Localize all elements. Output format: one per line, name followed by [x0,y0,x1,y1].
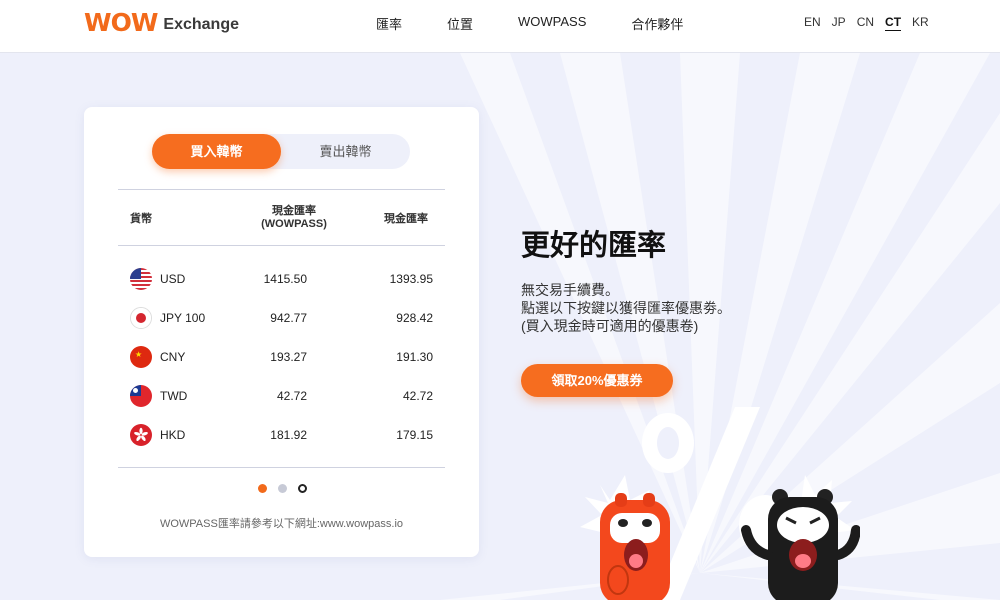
cash-rate-value: 191.30 [396,350,433,364]
currency-code: TWD [160,389,188,403]
table-divider-top [118,189,445,190]
lang-kr[interactable]: KR [912,15,929,31]
wowpass-rate-value: 181.92 [270,428,307,442]
language-switcher: EN JP CN CT KR [804,15,940,31]
promo-title: 更好的匯率 [521,230,667,262]
mascot-illustration [580,407,860,600]
tw-flag-icon [130,385,152,407]
wowpass-rate-value: 1415.50 [263,272,307,286]
currency-code: HKD [160,428,186,442]
table-divider-header [118,245,445,246]
buy-krw-tab[interactable]: 買入韓幣 [152,134,281,169]
promo-line-3: (買入現金時可適用的優惠卷) [521,318,699,334]
get-coupon-button[interactable]: 領取20%優惠券 [521,364,673,397]
header-cash-rate: 現金匯率 [384,213,428,225]
cash-rate-value: 179.15 [396,428,433,442]
table-divider-bottom [118,467,445,468]
promo-line-1: 無交易手續費。 [521,282,619,298]
buy-sell-toggle: 買入韓幣 賣出韓幣 [152,134,410,169]
lang-cn[interactable]: CN [857,15,874,31]
jp-flag-icon [130,307,152,329]
exchange-rate-card: 買入韓幣 賣出韓幣 貨幣 現金匯率 (WOWPASS) 現金匯率 USD 141… [84,107,479,557]
sell-krw-tab[interactable]: 賣出韓幣 [281,134,410,169]
cn-flag-icon: ★ [130,346,152,368]
logo[interactable]: WOW Exchange [84,9,239,37]
table-row: JPY 100 942.77 928.42 [118,303,445,333]
cash-rate-value: 928.42 [396,311,433,325]
carousel-dot-3[interactable] [298,484,307,493]
table-row: USD 1415.50 1393.95 [118,264,445,294]
carousel-pagination [258,484,318,493]
logo-exchange: Exchange [163,16,239,33]
header: WOW Exchange 匯率 位置 WOWPASS 合作夥伴 EN JP CN… [0,0,1000,53]
lang-jp[interactable]: JP [832,15,846,31]
wowpass-rate-value: 42.72 [276,389,307,403]
svg-text:★: ★ [135,350,142,359]
main-nav: 匯率 位置 WOWPASS 合作夥伴 [376,14,728,33]
currency-code: USD [160,272,186,286]
cash-rate-value: 1393.95 [389,272,433,286]
table-row: TWD 42.72 42.72 [118,381,445,411]
carousel-dot-2[interactable] [278,484,287,493]
orange-mascot [600,493,670,600]
wowpass-rate-value: 942.77 [270,311,307,325]
nav-exchange-rate[interactable]: 匯率 [376,14,402,33]
hk-flag-icon [130,424,152,446]
nav-wowpass[interactable]: WOWPASS [518,14,586,33]
wowpass-footnote: WOWPASS匯率請參考以下網址:www.wowpass.io [159,518,404,530]
table-row: HKD 181.92 179.15 [118,420,445,450]
cash-rate-value: 42.72 [402,389,433,403]
nav-partners[interactable]: 合作夥伴 [631,14,683,33]
lang-en[interactable]: EN [804,15,821,31]
lang-ct[interactable]: CT [885,15,902,31]
carousel-dot-1[interactable] [258,484,267,493]
header-wowpass-rate-line1: 現金匯率 [272,205,316,217]
promo-line-2: 點選以下按鍵以獲得匯率優惠劵。 [521,300,731,316]
wowpass-rate-value: 193.27 [270,350,307,364]
header-wowpass-rate: 現金匯率 (WOWPASS) [249,205,339,231]
currency-code: CNY [160,350,186,364]
nav-location[interactable]: 位置 [447,14,473,33]
table-row: ★ CNY 193.27 191.30 [118,342,445,372]
header-currency: 貨幣 [130,213,152,225]
logo-wow: WOW [84,8,158,37]
header-wowpass-rate-line2: (WOWPASS) [261,218,327,230]
currency-code: JPY 100 [160,311,206,325]
us-flag-icon [130,268,152,290]
